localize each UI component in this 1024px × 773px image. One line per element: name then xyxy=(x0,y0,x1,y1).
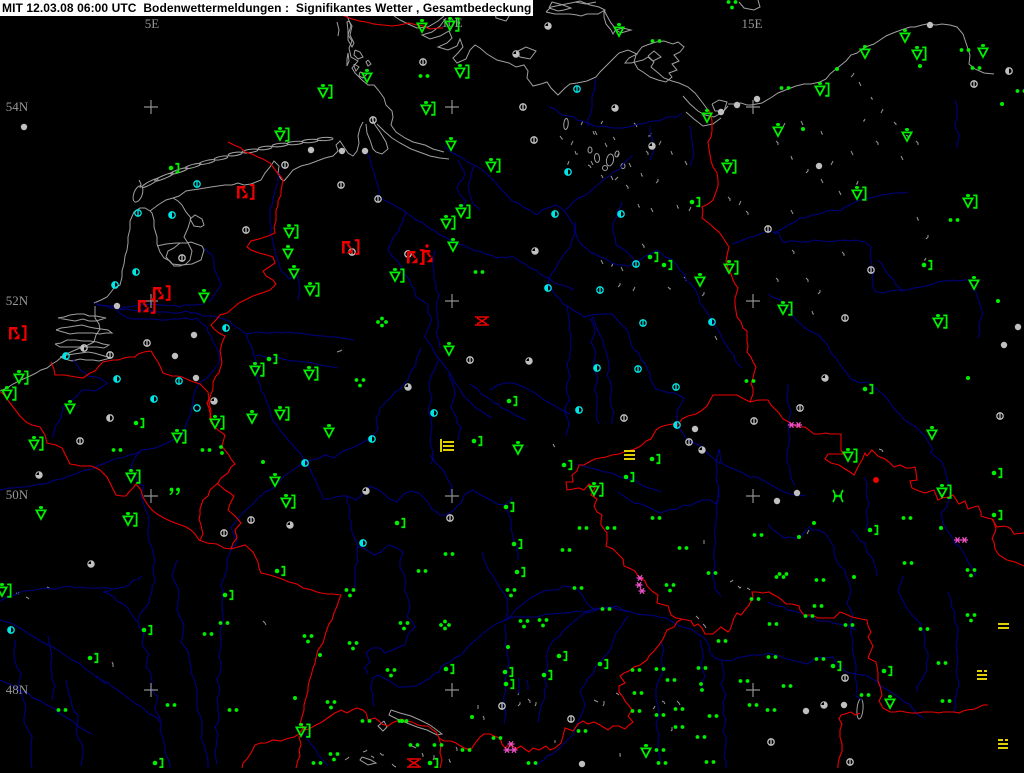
svg-text:54N: 54N xyxy=(6,99,29,114)
svg-text:48N: 48N xyxy=(6,682,29,697)
svg-text:15E: 15E xyxy=(742,16,763,31)
svg-text:50N: 50N xyxy=(6,487,29,502)
svg-text:5E: 5E xyxy=(145,16,160,31)
svg-text:52N: 52N xyxy=(6,293,29,308)
